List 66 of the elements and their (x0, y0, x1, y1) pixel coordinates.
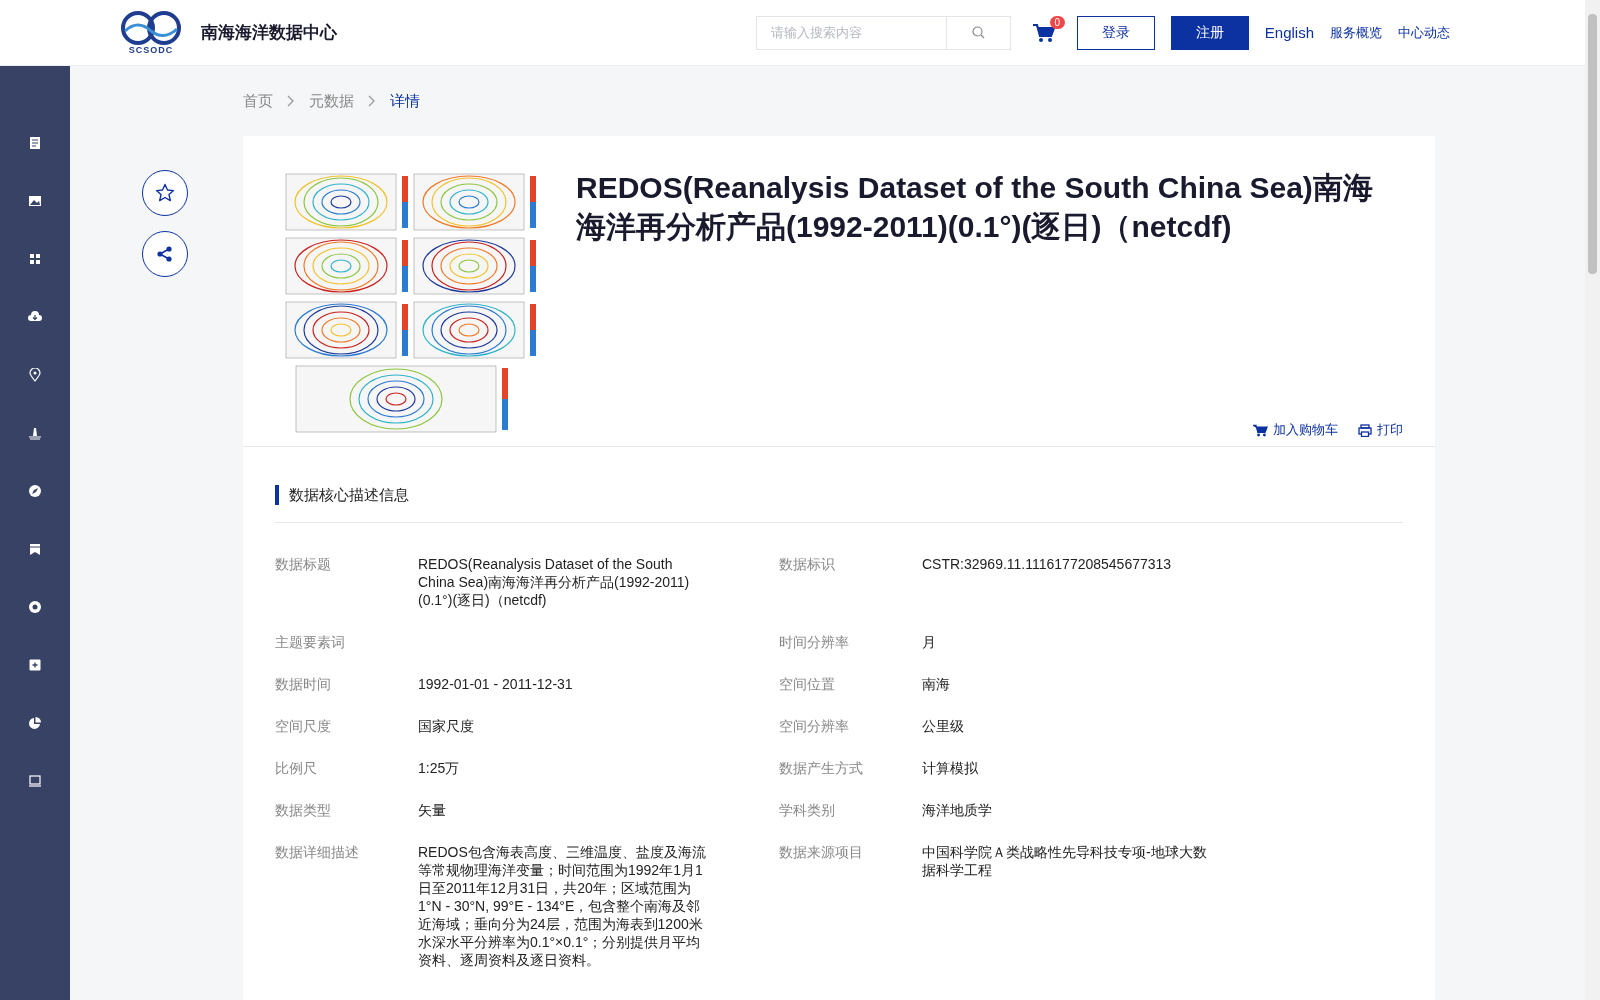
search-field[interactable]: 请输入搜索内容 (755, 15, 946, 50)
section-title: 数据核心描述信息 (275, 485, 1403, 505)
favorite-button[interactable] (141, 170, 188, 216)
field-label: 数据产生方式 (779, 759, 864, 777)
banner-icon[interactable] (28, 542, 42, 556)
plus-icon[interactable] (28, 658, 42, 672)
dataset-title: REDOS(Reanalysis Dataset of the South China Sea)南海海洋再分析产品(1992-2011)(0.1°)(逐日)（netcdf) (576, 170, 1374, 245)
cart-count-badge: 0 (1049, 15, 1065, 29)
target-icon[interactable] (28, 600, 42, 614)
field-value: 中国科学院Ａ类战略性先导科技专项-地球大数据科学工程 (922, 843, 1208, 880)
field-label: 数据详细描述 (275, 843, 360, 862)
field-value: REDOS包含海表高度、三维温度、盐度及海流等常规物理海洋变量；时间范围为1992年1月1日至2011年12月31日，共20年；区域范围为1°N - 30°N, 99°E - 134°E，包含整个南海及邻近海域；垂向分为24层，范围为海表到1200米水深水平分辨率为0.1°×0.1°；分别提供月平均资料、逐周资料及逐日资料。 (418, 843, 707, 969)
field-value: 计算模拟 (922, 759, 979, 777)
chevron-icon (287, 95, 295, 107)
field-value: 海洋地质学 (922, 801, 993, 819)
field-value: 南海 (922, 675, 951, 693)
field-label: 主题要素词 (275, 633, 346, 651)
chevron-icon (368, 95, 376, 107)
field-label: 比例尺 (275, 759, 318, 777)
cloud-icon[interactable] (28, 310, 42, 324)
share-icon (155, 245, 174, 263)
compass-icon[interactable] (28, 484, 42, 498)
login-button[interactable]: 登录 (1076, 15, 1155, 50)
field-label: 空间位置 (779, 675, 836, 693)
field-label: 数据类型 (275, 801, 332, 819)
field-label: 时间分辨率 (779, 633, 850, 651)
field-label: 数据标题 (275, 555, 332, 574)
register-button[interactable]: 注册 (1170, 15, 1249, 50)
field-label: 数据时间 (275, 675, 332, 693)
field-value: CSTR:32969.11.1116177208545677313 (922, 555, 1173, 574)
pin-icon[interactable] (28, 368, 42, 382)
nav-link[interactable]: 中心动态 (1398, 23, 1450, 42)
buoy-icon[interactable] (28, 426, 42, 440)
field-label: 空间尺度 (275, 717, 332, 735)
field-label: 数据来源项目 (779, 843, 864, 862)
document-icon[interactable] (28, 136, 42, 150)
scrollbar[interactable] (1585, 0, 1600, 1000)
logo-icon (121, 10, 181, 45)
field-value: 1:25万 (418, 759, 461, 777)
field-value: 月 (922, 633, 937, 651)
logo-text: SCSODC (128, 44, 174, 55)
add-to-cart-link[interactable]: 加入购物车 (1253, 421, 1338, 439)
grid-icon[interactable] (28, 252, 42, 266)
cart-icon (1032, 22, 1055, 43)
share-button[interactable] (141, 231, 188, 277)
field-value: 公里级 (922, 717, 965, 735)
field-label: 学科类别 (779, 801, 836, 819)
field-label: 数据标识 (779, 555, 836, 574)
print-link[interactable]: 打印 (1358, 421, 1403, 439)
nav-link[interactable]: English (1264, 24, 1314, 41)
nav-link[interactable]: 服务概览 (1330, 23, 1382, 42)
search-icon (971, 26, 985, 39)
pie-icon[interactable] (28, 716, 42, 730)
printer-icon (1358, 423, 1372, 437)
site-title: 南海海洋数据中心 (201, 22, 337, 44)
breadcrumb-link[interactable]: 详情 (390, 91, 420, 111)
field-label: 空间分辨率 (779, 717, 850, 735)
field-value: 国家尺度 (418, 717, 475, 735)
image-icon[interactable] (28, 194, 42, 208)
logo[interactable]: SCSODC (120, 10, 182, 55)
field-value: REDOS(Reanalysis Dataset of the South China Sea)南海海洋再分析产品(1992-2011)(0.1°)(逐日)（netcdf) (418, 555, 691, 609)
star-icon (154, 183, 175, 203)
cart-icon (1253, 423, 1268, 437)
field-value: 矢量 (418, 801, 447, 819)
field-value: 1992-01-01 - 2011-12-31 (418, 675, 574, 693)
monitor-icon[interactable] (28, 774, 42, 788)
